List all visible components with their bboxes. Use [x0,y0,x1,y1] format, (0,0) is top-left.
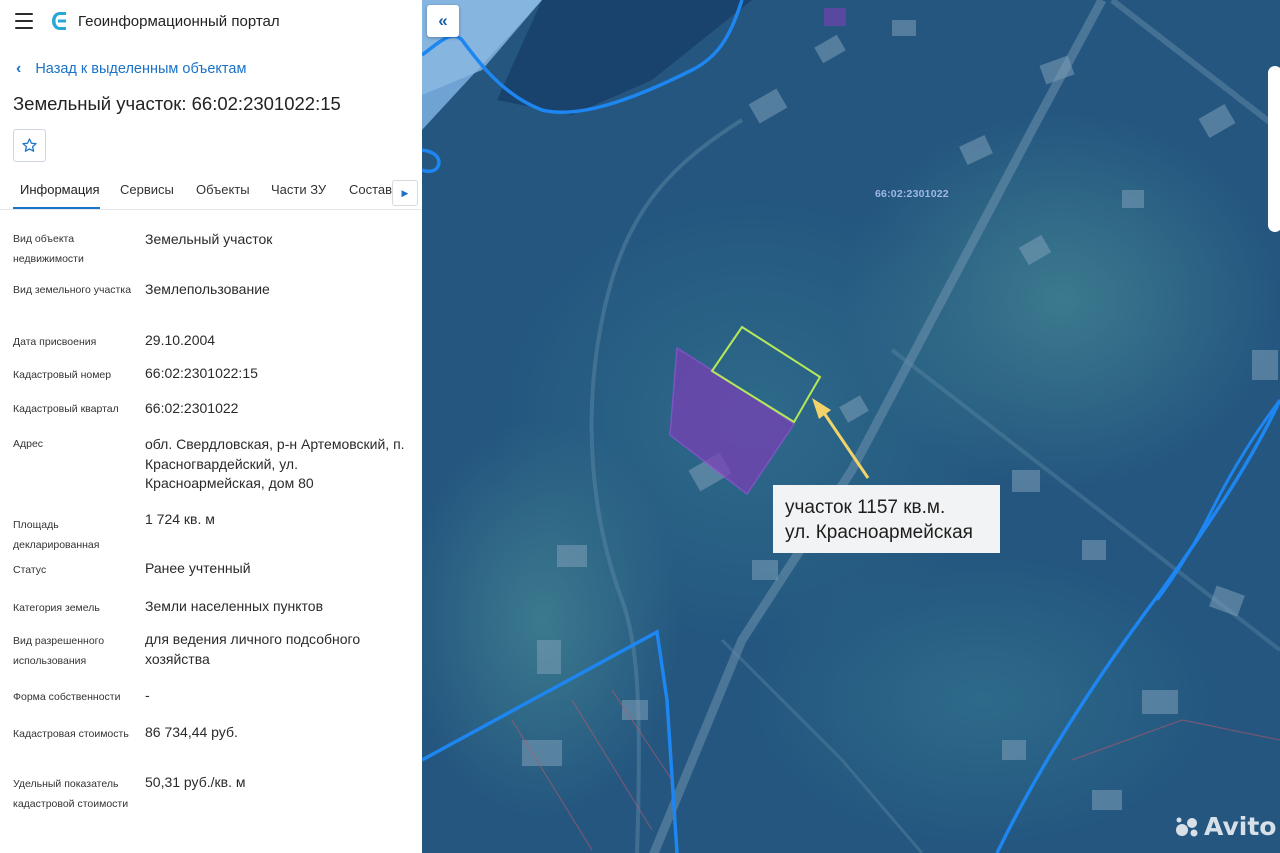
attribute-row: Кадастровый номер 66:02:2301022:15 [0,360,422,395]
collapse-panel-button[interactable]: « [427,5,459,37]
attribute-label: Вид объекта недвижимости [13,233,84,265]
top-bar: Геоинформационный портал [0,0,422,44]
watermark-text: Avito [1204,812,1277,841]
tab-information[interactable]: Информация [20,182,100,197]
plot-callout: участок 1157 кв.м. ул. Красноармейская [773,485,1000,553]
attribute-label: Статус [13,564,47,576]
attribute-label: Адрес [13,438,44,450]
attribute-row: Вид земельного участка Землепользование [0,276,422,327]
attribute-label: Кадастровый квартал [13,403,119,415]
menu-icon[interactable] [15,13,33,29]
attribute-value: 50,31 руб./кв. м [145,774,246,790]
vegetation-area [842,110,1280,490]
tab-composition[interactable]: Состав [349,182,392,197]
attribute-row: Форма собственности - [0,682,422,718]
attribute-value: 66:02:2301022 [145,400,239,416]
attribute-row: Статус Ранее учтенный [0,555,422,592]
attribute-row: Дата присвоения 29.10.2004 [0,327,422,360]
avito-watermark: Avito [1175,812,1276,841]
attribute-value: Земельный участок [145,231,273,247]
map-view[interactable] [422,0,1280,853]
favorite-button[interactable] [13,129,46,162]
callout-street-text: ул. Красноармейская [785,522,973,543]
attribute-row: Кадастровая стоимость 86 734,44 руб. [0,718,422,769]
attribute-row: Категория земель Земли населенных пункто… [0,592,422,626]
attribute-label: Категория земель [13,602,100,614]
attribute-value: - [145,687,150,703]
attribute-value: 66:02:2301022:15 [145,365,258,381]
attribute-label: Вид разрешенного использования [13,635,105,667]
attribute-value: 29.10.2004 [145,332,216,348]
tab-bar: Информация Сервисы Объекты Части ЗУ Сост… [0,172,422,210]
attribute-row: Вид объекта недвижимости Земельный участ… [0,226,422,276]
attribute-row: Кадастровый квартал 66:02:2301022 [0,395,422,431]
attribute-value: Земли населенных пунктов [145,598,324,614]
parcel-marker [824,8,846,26]
attribute-value: Землепользование [145,281,270,297]
caret-right-icon: ▶ [401,187,409,198]
double-chevron-left-icon: « [438,11,448,30]
attribute-row: Площадь декларированная 1 724 кв. м [0,506,422,555]
attribute-value: Ранее учтенный [145,560,251,576]
map-scrollbar[interactable] [1268,66,1280,232]
attribute-list: Вид объекта недвижимости Земельный участ… [0,226,422,831]
portal-logo-icon [52,12,66,30]
tabs-divider [0,209,422,210]
star-icon [22,138,37,152]
back-to-selected-link[interactable]: ‹ Назад к выделенным объектам [16,60,246,78]
page-title: Земельный участок: 66:02:2301022:15 [13,93,341,114]
chevron-left-icon: ‹ [16,60,22,77]
tab-services[interactable]: Сервисы [120,182,174,197]
back-link-label: Назад к выделенным объектам [35,61,247,77]
attribute-value: обл. Свердловская, р-н Артемовский, п. К… [145,436,405,491]
tabs-scroll-right-button[interactable]: ▶ [392,180,418,206]
attribute-label: Удельный показатель кадастровой стоимост… [13,778,129,810]
info-panel: Геоинформационный портал ‹ Назад к выдел… [0,0,423,853]
attribute-row: Адрес обл. Свердловская, р-н Артемовский… [0,431,422,506]
attribute-value: 1 724 кв. м [145,511,215,527]
attribute-value: 86 734,44 руб. [145,724,238,740]
cadastral-quarter-label: 66:02:2301022 [875,188,949,200]
app-title: Геоинформационный портал [78,13,280,30]
avito-logo-icon [1176,817,1198,836]
attribute-label: Площадь декларированная [13,519,100,551]
callout-area-text: участок 1157 кв.м. [785,497,946,518]
tab-parts[interactable]: Части ЗУ [271,182,326,197]
attribute-label: Кадастровая стоимость [13,728,129,740]
attribute-label: Вид земельного участка [13,284,132,296]
tab-objects[interactable]: Объекты [196,182,250,197]
attribute-row: Вид разрешенного использования для веден… [0,626,422,682]
attribute-value: для ведения личного подсобного хозяйства [145,631,361,667]
satellite-map[interactable] [422,0,1280,853]
attribute-label: Дата присвоения [13,336,97,348]
attribute-row: Удельный показатель кадастровой стоимост… [0,769,422,831]
attribute-label: Кадастровый номер [13,369,112,381]
attribute-label: Форма собственности [13,691,121,703]
